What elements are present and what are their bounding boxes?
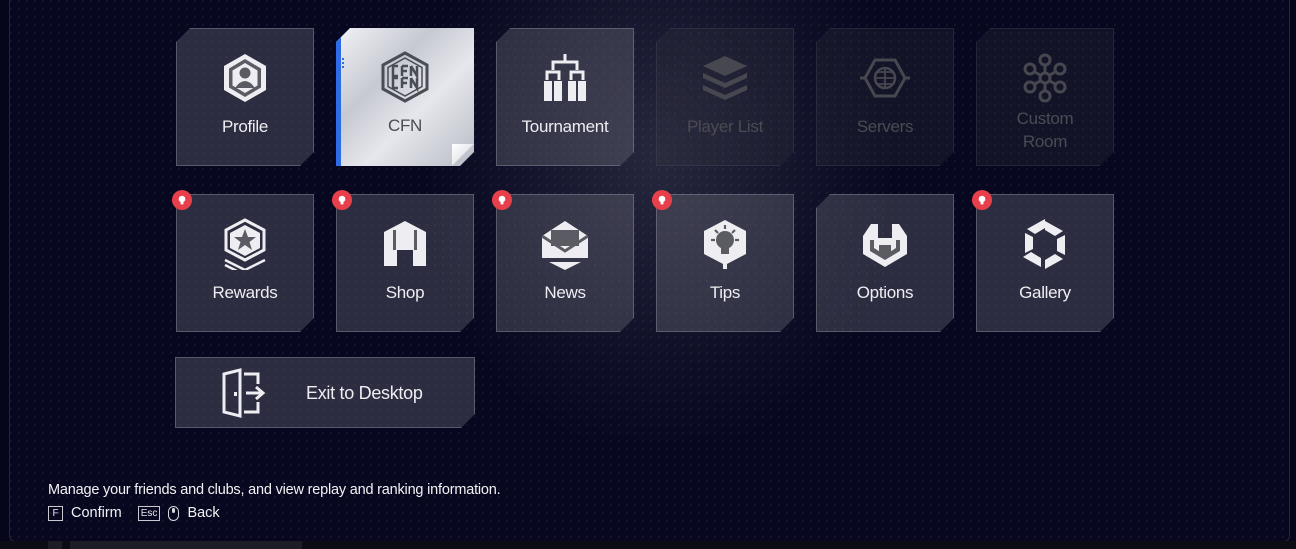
notification-badge bbox=[332, 190, 352, 210]
menu-tile-servers[interactable]: Servers bbox=[816, 28, 954, 166]
bulb-small-icon bbox=[978, 195, 986, 205]
menu-tile-cfn[interactable]: CFN bbox=[336, 28, 474, 166]
tile-label: Servers bbox=[856, 117, 914, 136]
tile-label: Custom Room bbox=[1017, 107, 1074, 153]
exit-to-desktop-button[interactable]: Exit to Desktop bbox=[175, 357, 475, 428]
lightbulb-icon bbox=[698, 217, 752, 271]
mouse-icon bbox=[168, 505, 180, 521]
key-f-icon: F bbox=[48, 505, 63, 521]
exit-door-icon bbox=[220, 368, 268, 418]
menu-tile-news[interactable]: News bbox=[496, 194, 634, 332]
tournament-bracket-icon bbox=[538, 51, 592, 105]
tile-label: CFN bbox=[387, 116, 423, 135]
bulb-small-icon bbox=[658, 195, 666, 205]
bulb-small-icon bbox=[178, 195, 186, 205]
star-badge-icon bbox=[218, 217, 272, 271]
selection-dots bbox=[342, 58, 346, 68]
aperture-icon bbox=[1018, 217, 1072, 271]
menu-tile-profile[interactable]: Profile bbox=[176, 28, 314, 166]
menu-tile-tips[interactable]: Tips bbox=[656, 194, 794, 332]
notification-badge bbox=[172, 190, 192, 210]
notification-badge bbox=[492, 190, 512, 210]
bottom-strip bbox=[0, 541, 1296, 549]
cfn-logo-icon bbox=[378, 50, 432, 104]
exit-label: Exit to Desktop bbox=[306, 383, 423, 403]
stack-layers-icon bbox=[698, 51, 752, 105]
tile-label: Options bbox=[856, 283, 914, 302]
menu-tile-gallery[interactable]: Gallery bbox=[976, 194, 1114, 332]
envelope-icon bbox=[538, 217, 592, 271]
tile-label: Tournament bbox=[521, 117, 609, 136]
tile-label-line2: Room bbox=[1022, 132, 1068, 151]
notification-badge bbox=[972, 190, 992, 210]
globe-server-icon bbox=[858, 51, 912, 105]
menu-tile-shop[interactable]: Shop bbox=[336, 194, 474, 332]
notification-badge bbox=[652, 190, 672, 210]
back-hint[interactable]: Back bbox=[187, 505, 219, 521]
tile-label-line1: Custom bbox=[1016, 109, 1074, 128]
wrench-icon bbox=[858, 217, 912, 271]
menu-tile-player-list[interactable]: Player List bbox=[656, 28, 794, 166]
bulb-small-icon bbox=[338, 195, 346, 205]
tile-label: Gallery bbox=[1019, 283, 1071, 302]
tile-label: Tips bbox=[709, 283, 741, 302]
menu-tile-tournament[interactable]: Tournament bbox=[496, 28, 634, 166]
menu-tile-custom-room[interactable]: Custom Room bbox=[976, 28, 1114, 166]
confirm-hint[interactable]: Confirm bbox=[71, 505, 122, 521]
menu-tile-rewards[interactable]: Rewards bbox=[176, 194, 314, 332]
tile-label: Player List bbox=[686, 117, 764, 136]
control-hints: F Confirm Esc Back bbox=[48, 505, 220, 521]
bulb-small-icon bbox=[498, 195, 506, 205]
tile-label: News bbox=[544, 283, 586, 302]
profile-hexagon-icon bbox=[218, 51, 272, 105]
menu-tile-options[interactable]: Options bbox=[816, 194, 954, 332]
shop-house-icon bbox=[378, 217, 432, 271]
key-esc-icon: Esc bbox=[137, 505, 161, 521]
tile-label: Shop bbox=[385, 283, 425, 302]
tile-label: Rewards bbox=[212, 283, 278, 302]
menu-description: Manage your friends and clubs, and view … bbox=[48, 482, 501, 498]
hex-network-icon bbox=[1018, 51, 1072, 105]
selection-bar bbox=[336, 28, 341, 166]
tile-label: Profile bbox=[221, 117, 269, 136]
